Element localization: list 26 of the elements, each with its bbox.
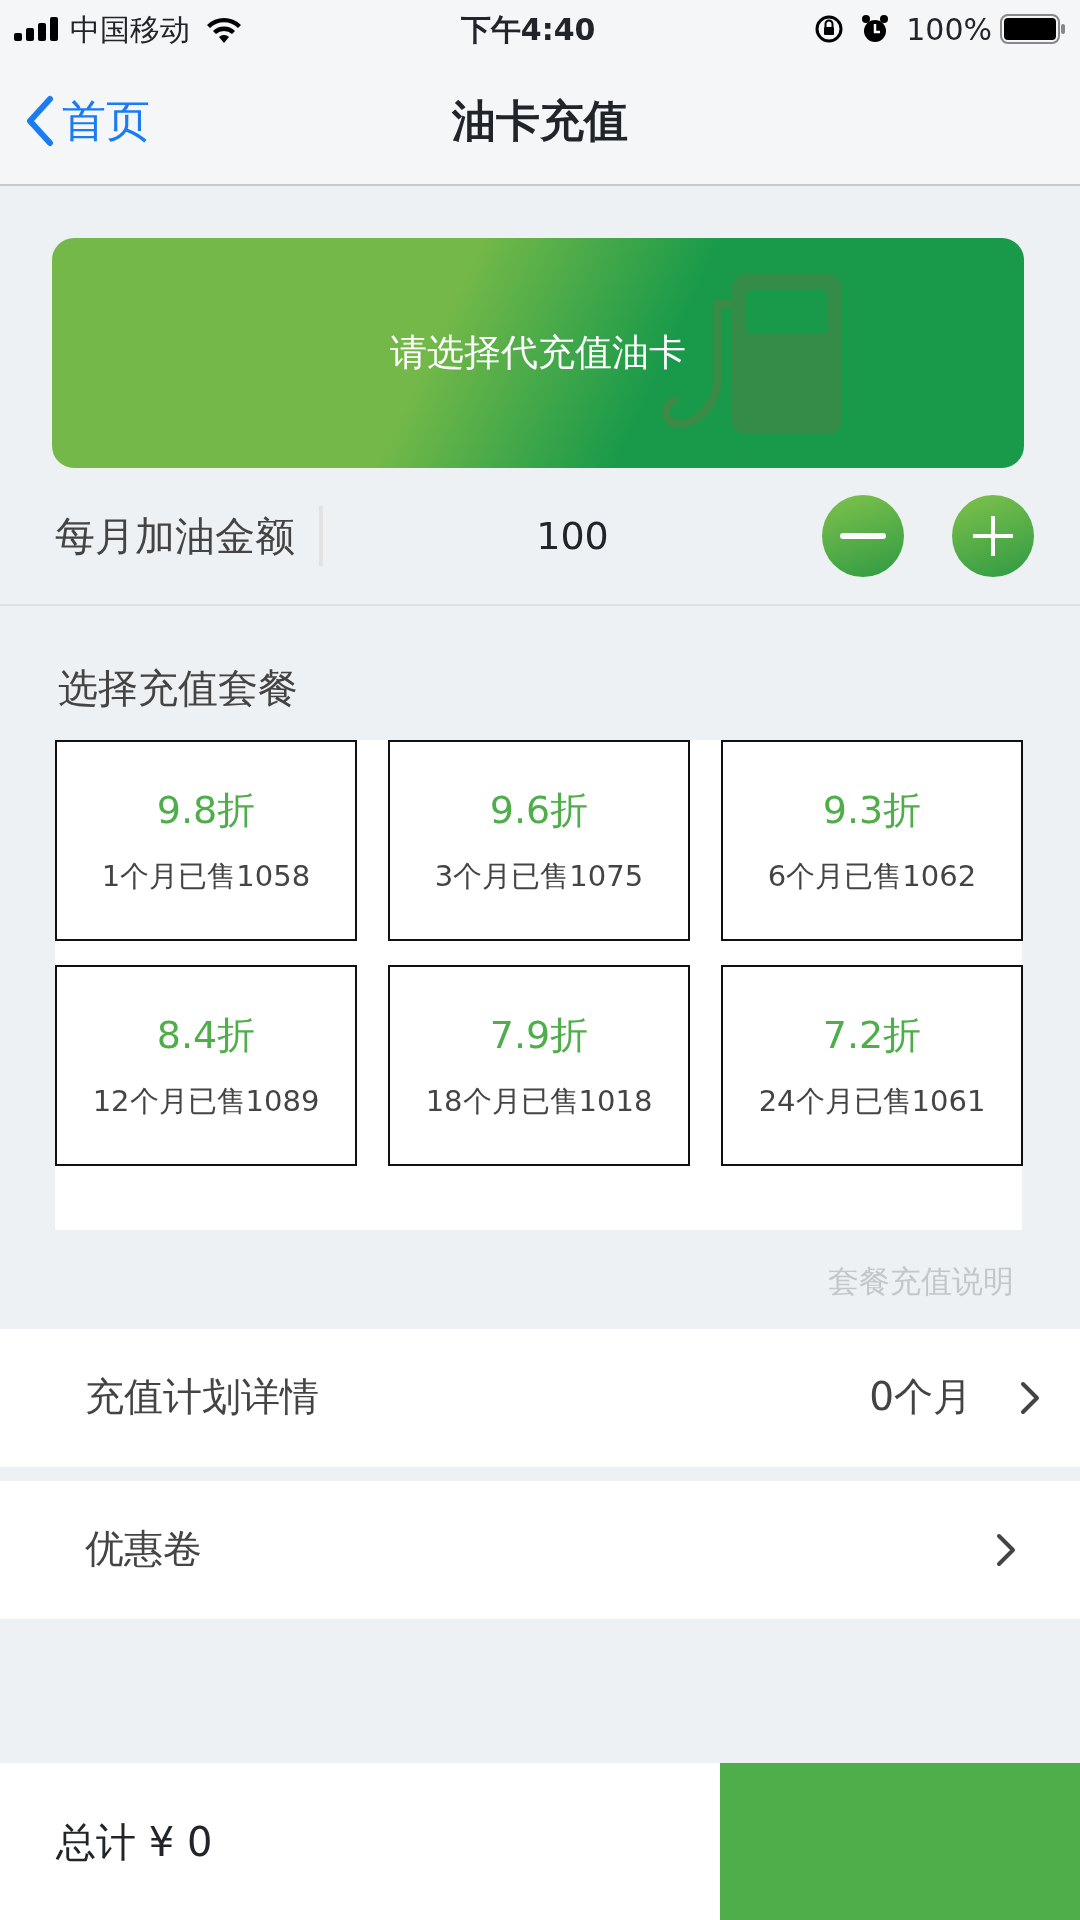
list-row[interactable]: 充值计划详情 0个月 — [0, 1328, 1080, 1467]
wifi-icon — [206, 15, 242, 43]
carrier-name: 中国移动 — [70, 10, 190, 49]
alarm-icon — [860, 14, 891, 44]
package-option[interactable]: 7.9折 18个月已售1018 — [388, 965, 690, 1166]
total-amount: 总计 ¥ 0 — [56, 1817, 213, 1867]
minus-icon — [840, 533, 886, 539]
clock-time: 下午4:40 — [460, 11, 596, 47]
battery-percent: 100% — [906, 10, 992, 49]
back-button[interactable]: 首页 — [18, 87, 156, 155]
package-option[interactable]: 8.4折 12个月已售1089 — [55, 965, 357, 1166]
rotation-lock-icon — [814, 14, 845, 44]
list-row[interactable]: 优惠卷 — [0, 1480, 1080, 1619]
monthly-amount-label: 每月加油金额 — [55, 506, 323, 566]
chevron-right-icon — [996, 1532, 1016, 1567]
chevron-right-icon — [1020, 1380, 1040, 1415]
back-icon — [24, 95, 54, 147]
section-title: 选择充值套餐 — [58, 664, 299, 713]
plus-icon — [973, 516, 1013, 556]
page-title: 油卡充值 — [452, 94, 628, 148]
battery-icon — [1000, 14, 1066, 44]
package-option[interactable]: 7.2折 24个月已售1061 — [721, 965, 1023, 1166]
package-option[interactable]: 9.3折 6个月已售1062 — [721, 740, 1023, 941]
package-option[interactable]: 9.6折 3个月已售1075 — [388, 740, 690, 941]
amount-value: 100 — [535, 512, 610, 560]
package-option[interactable]: 9.8折 1个月已售1058 — [55, 740, 357, 941]
